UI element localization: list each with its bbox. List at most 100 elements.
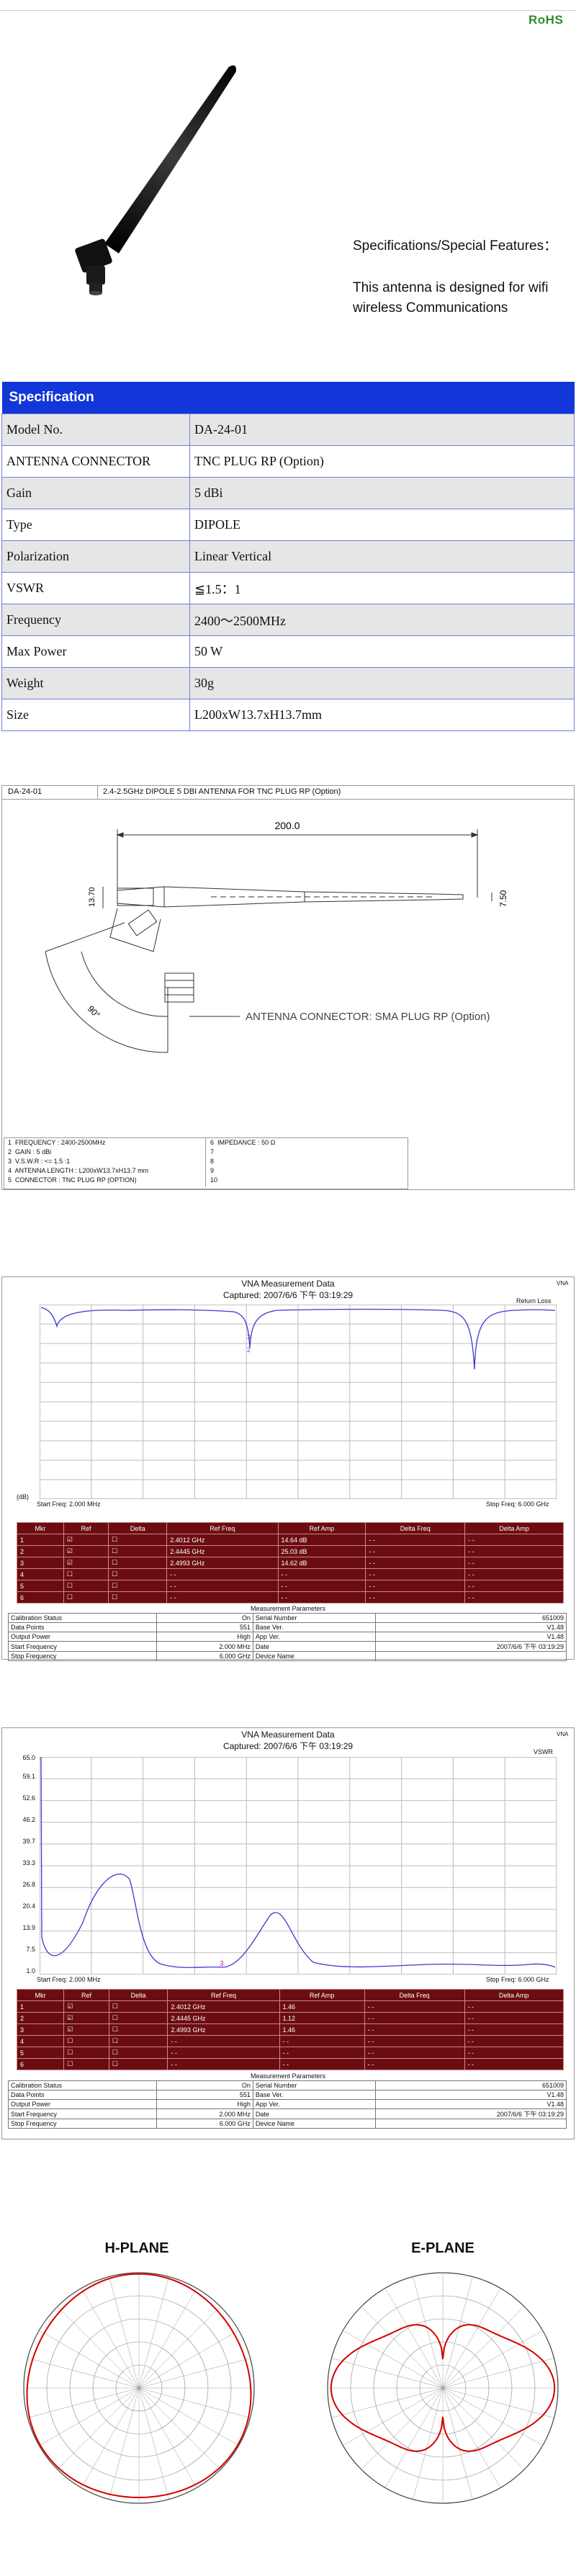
table-row: Stop Frequency 6.000 GHz Device Name	[7, 2119, 567, 2129]
table-row: Start Frequency 2.000 MHz Date 2007/6/6 下午 …	[7, 1641, 567, 1652]
spec-value: 5 dBi	[189, 477, 575, 509]
vna1-trace-label: Return Loss	[516, 1297, 552, 1305]
spec-value: 50 W	[189, 635, 575, 668]
spec-value: 2400～2500MHz	[189, 604, 575, 636]
polar-spoke	[138, 2387, 221, 2470]
polar-spoke	[442, 2330, 543, 2389]
polar-spoke	[81, 2288, 140, 2389]
vna1-params-table: Calibration Status On Serial Number 651009 …	[7, 1613, 567, 1661]
polar-spoke	[343, 2330, 444, 2389]
vna2-title: VNA Measurement Data	[241, 1730, 335, 1740]
polar-spoke	[57, 2306, 140, 2389]
vna2-params-table: Calibration Status On Serial Number 651009 …	[7, 2080, 567, 2129]
table-row: Output Power High App Ver. V1.48	[7, 2099, 567, 2109]
vna1-title: VNA Measurement Data	[241, 1279, 335, 1289]
table-row: 3 ☑ ☐ 2.4993 GHz 1.46- -- -	[16, 2023, 564, 2036]
table-row: 4 ☐ ☐ - -- -- -- -	[16, 2035, 564, 2047]
polar-spoke	[384, 2288, 444, 2389]
polar-spoke	[57, 2387, 140, 2470]
table-row: Data Points 551 Base Ver. V1.48	[7, 1622, 567, 1632]
spec-label: Model No.	[1, 413, 190, 446]
specification-table: Specification Model No. DA-24-01 ANTENNA …	[1, 382, 575, 731]
polar-spoke	[39, 2387, 140, 2446]
left-diameter-dimension: 13.70	[88, 887, 96, 907]
polar-spoke	[138, 2387, 169, 2500]
table-row: 2 ☑ ☐ 2.4445 GHz 1.12- -- -	[16, 2012, 564, 2024]
vna1-stop: Stop Freq: 6.000 GHz	[486, 1501, 549, 1508]
table-row: Frequency 2400～2500MHz	[1, 604, 575, 636]
polar-spoke	[343, 2387, 444, 2446]
technical-drawing: DA-24-01 2.4-2.5GHz DIPOLE 5 DBI ANTENNA…	[1, 785, 575, 1190]
spec-value: ≦1.5：1	[189, 572, 575, 604]
spec-value: TNC PLUG RP (Option)	[189, 445, 575, 478]
polar-spoke	[27, 2387, 140, 2418]
table-row: 6 ☐ ☐ - -- -- -- -	[17, 1591, 564, 1604]
vna2-trace-label: VSWR	[534, 1748, 553, 1756]
polar-spoke	[138, 2387, 239, 2446]
length-dimension: 200.0	[274, 820, 300, 831]
polar-spoke	[413, 2387, 444, 2500]
polar-spoke	[138, 2358, 251, 2389]
spec-label: Max Power	[1, 635, 190, 668]
table-row: 6 ☐ ☐ - -- -- -- -	[16, 2058, 564, 2070]
vna1-ylabel: (dB)	[17, 1493, 30, 1501]
table-row: Type DIPOLE	[1, 509, 575, 541]
spec-label: Weight	[1, 667, 190, 699]
vna2-brand: VNA	[557, 1731, 569, 1738]
polar-spoke	[138, 2330, 239, 2389]
polar-spoke	[442, 2306, 525, 2389]
table-row: Size L200xW13.7xH13.7mm	[1, 699, 575, 731]
angle-dimension: 90°	[86, 1003, 102, 1020]
antenna-dimension-drawing: 200.0 13.70 7.50 90° ANTENNA CONNECTOR: …	[45, 820, 508, 1053]
polar-spoke	[442, 2387, 554, 2418]
right-diameter-dimension: 7.50	[498, 890, 508, 907]
vna-vswr-panel: VNA Measurement Data Captured: 2007/6/6 …	[1, 1727, 575, 2139]
specification-title: Specification	[1, 382, 575, 414]
table-row: Output Power High App Ver. V1.48	[7, 1632, 567, 1642]
vna1-brand: VNA	[557, 1280, 569, 1287]
drawing-title: 2.4-2.5GHz DIPOLE 5 DBI ANTENNA FOR TNC …	[103, 787, 341, 796]
polar-spoke	[442, 2276, 473, 2389]
polar-spoke	[442, 2387, 543, 2446]
vna1-marker-table: Mkr Ref Delta Ref Freq Ref Amp Delta Freq Delt…	[17, 1522, 564, 1604]
specifications-heading: Specifications/Special Features：	[353, 238, 558, 254]
polar-spoke	[39, 2330, 140, 2389]
table-row: 1 ☑ ☐ 2.4012 GHz 14.64 dB - -- -	[17, 1534, 564, 1546]
polar-spoke	[413, 2276, 444, 2389]
polar-spoke	[109, 2387, 140, 2500]
polar-spoke	[138, 2387, 197, 2488]
spec-value: L200xW13.7xH13.7mm	[189, 699, 575, 731]
top-divider	[0, 10, 576, 11]
vna2-yticks: 65.0 59.1 52.6 46.2 39.7 33.3 26.8 20.4 …	[22, 1754, 35, 1975]
spec-value: 30g	[189, 667, 575, 699]
polar-spoke	[442, 2387, 501, 2488]
spec-label: Gain	[1, 477, 190, 509]
table-row: Stop Frequency 6.000 GHz Device Name	[7, 1651, 567, 1661]
polar-spoke	[442, 2387, 525, 2470]
notes-left: 1 FREQUENCY : 2400-2500MHz 2 GAIN : 5 dB…	[8, 1139, 149, 1184]
vna2-captured: Captured: 2007/6/6 下午 03:19:29	[222, 1741, 354, 1751]
vna1-params-title: Measurement Parameters	[250, 1605, 326, 1612]
vna2-params-title: Measurement Parameters	[250, 2072, 326, 2080]
marker-label: 3	[247, 1333, 251, 1341]
polar-spoke	[361, 2306, 444, 2389]
polar-spoke	[138, 2306, 221, 2389]
table-row: 5 ☐ ☐ - -- -- -- -	[17, 1580, 564, 1592]
h-plane-pattern	[23, 2272, 255, 2504]
table-row: Mkr Ref Delta Ref Freq Ref Amp Delta Freq Delt…	[17, 1522, 564, 1534]
polar-spoke	[442, 2288, 501, 2389]
table-row: Max Power 50 W	[1, 635, 575, 668]
table-row: Weight 30g	[1, 667, 575, 699]
spec-value: DA-24-01	[189, 413, 575, 446]
table-row: 2 ☑ ☐ 2.4445 GHz 25.03 dB - -- -	[17, 1545, 564, 1557]
spec-value: Linear Vertical	[189, 540, 575, 573]
antenna-product-image	[75, 65, 236, 295]
polar-spoke	[442, 2387, 473, 2500]
spec-label: Polarization	[1, 540, 190, 573]
h-plane-title: H-PLANE	[104, 2240, 169, 2256]
polar-spoke	[81, 2387, 140, 2488]
table-row: Polarization Linear Vertical	[1, 540, 575, 573]
polar-spoke	[331, 2387, 444, 2418]
divider	[97, 786, 98, 799]
table-row: 1 ☑ ☐ 2.4012 GHz 1.46- -- -	[16, 2000, 564, 2013]
